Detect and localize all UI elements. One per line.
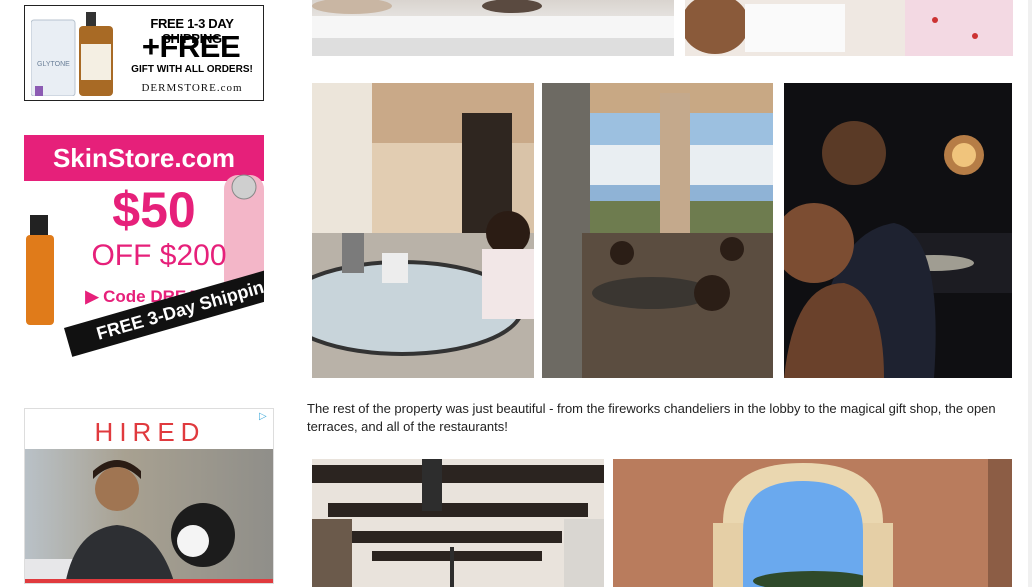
photo-balcony-breakfast[interactable] <box>312 83 534 378</box>
photo-top-right[interactable] <box>685 0 1013 56</box>
svg-text:GLYTONE: GLYTONE <box>37 61 70 68</box>
discount-threshold: OFF $200 <box>91 239 227 272</box>
article-caption: The rest of the property was just beauti… <box>307 400 997 436</box>
product-bottles-image: GLYTONE <box>31 12 113 96</box>
page-scrollbar[interactable] <box>1028 0 1032 587</box>
dermstore-logo: DERMSTORE.com <box>141 82 243 94</box>
ad-photo-man-with-dog <box>25 449 273 583</box>
photo-lobby-ceiling[interactable] <box>312 459 604 587</box>
hired-logo: HIRED <box>94 417 206 447</box>
product-bottle-left-image <box>26 215 54 325</box>
free-text: +FREE <box>141 29 241 64</box>
photo-top-left[interactable] <box>312 0 674 56</box>
photo-terrace-view[interactable] <box>542 83 773 378</box>
play-icon: ▶ <box>85 287 104 306</box>
gift-offer-text: GIFT WITH ALL ORDERS! <box>131 64 253 75</box>
hired-ad[interactable]: ▷ HIRED <box>24 408 274 584</box>
caption-text: The rest of the property was just beauti… <box>307 401 996 434</box>
skinstore-ad[interactable]: SkinStore.com $50 OFF $200 ▶ Code DREAM … <box>24 135 264 375</box>
photo-fireworks-selfie[interactable] <box>784 83 1012 378</box>
dermstore-ad[interactable]: GLYTONE FREE 1-3 DAY SHIPPING +FREE GIFT… <box>24 5 264 101</box>
discount-amount: $50 <box>112 182 196 238</box>
photo-arch-courtyard[interactable] <box>613 459 1012 587</box>
